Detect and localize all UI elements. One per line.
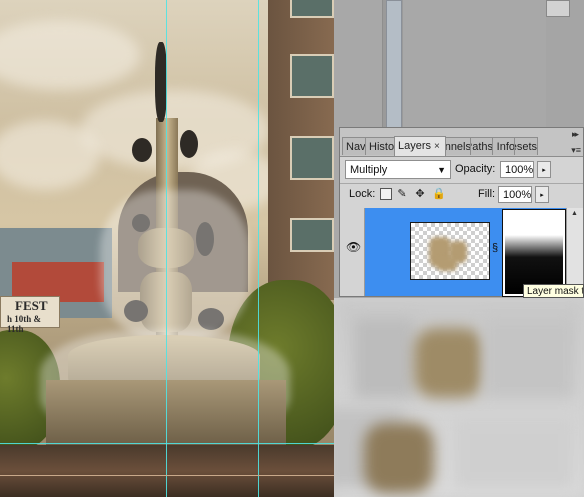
tab-layers[interactable]: Layers ×	[394, 136, 446, 156]
collapse-icon[interactable]: ▸▸	[572, 129, 579, 140]
statue-ornament	[132, 138, 152, 162]
blend-mode-select[interactable]: Multiply ▼	[345, 160, 451, 179]
layer-row-selected[interactable]: §	[365, 208, 566, 297]
lock-label: Lock:	[349, 188, 376, 200]
palette-dock	[546, 0, 584, 128]
tab-navigator[interactable]: Navigator	[342, 137, 366, 155]
eye-icon[interactable]: 👁	[346, 240, 361, 254]
fill-slider-button[interactable]: ▸	[535, 186, 549, 203]
visibility-column: 👁	[340, 208, 365, 296]
close-icon[interactable]: ×	[434, 141, 440, 152]
palette-scrollbar[interactable]	[382, 0, 403, 130]
opacity-field[interactable]: 100%	[500, 161, 534, 178]
tab-presets[interactable]: Presets	[514, 137, 538, 155]
banner-line-1: FEST	[15, 298, 48, 313]
panel-menu-icon[interactable]: ▾≡	[571, 145, 581, 156]
stone-wall	[0, 445, 334, 497]
building-right	[268, 0, 334, 300]
canvas-edge-line	[0, 475, 334, 476]
brush-lock-icon[interactable]: ✎	[396, 188, 408, 200]
statue-ornament	[180, 130, 198, 158]
opacity-label: Opacity:	[455, 163, 496, 175]
water-spray	[100, 190, 250, 340]
link-chain-icon[interactable]: §	[492, 242, 498, 254]
dock-button[interactable]	[546, 0, 570, 17]
tab-info[interactable]: Info	[492, 137, 516, 155]
workspace-background	[334, 0, 584, 130]
transparency-lock-icon[interactable]	[380, 188, 392, 200]
move-lock-icon[interactable]: ✥	[414, 188, 426, 200]
divider	[340, 183, 583, 184]
blurred-layer-list	[334, 298, 584, 497]
banner-line-2: h 10th & 11th	[7, 314, 42, 334]
image-canvas[interactable]: FEST h 10th & 11th	[0, 0, 334, 497]
vertical-guide[interactable]	[258, 0, 259, 497]
layers-scrollbar[interactable]: ▲	[566, 208, 583, 296]
fill-field[interactable]: 100%	[498, 186, 532, 203]
scroll-up-icon[interactable]: ▲	[571, 210, 578, 217]
fest-banner: FEST h 10th & 11th	[0, 296, 60, 334]
layer-thumbnail[interactable]	[410, 222, 490, 280]
tooltip: Layer mask thumbnail	[523, 284, 584, 298]
tab-histogram[interactable]: Histogram	[365, 137, 397, 155]
tab-channels[interactable]: Channels	[444, 137, 472, 155]
layers-panel: ▸▸ Navigator Histogram Layers× Channels …	[339, 127, 584, 297]
tab-paths[interactable]: Paths	[470, 137, 494, 155]
dropdown-arrow-icon: ▼	[437, 165, 446, 175]
opacity-slider-button[interactable]: ▸	[537, 161, 551, 178]
vertical-guide[interactable]	[166, 0, 167, 497]
horizontal-guide[interactable]	[0, 443, 334, 444]
fill-label: Fill:	[478, 188, 496, 200]
scroll-thumb[interactable]	[386, 0, 402, 130]
padlock-icon[interactable]: 🔒	[432, 188, 446, 200]
panel-tab-bar: ▸▸ Navigator Histogram Layers× Channels …	[340, 128, 583, 157]
